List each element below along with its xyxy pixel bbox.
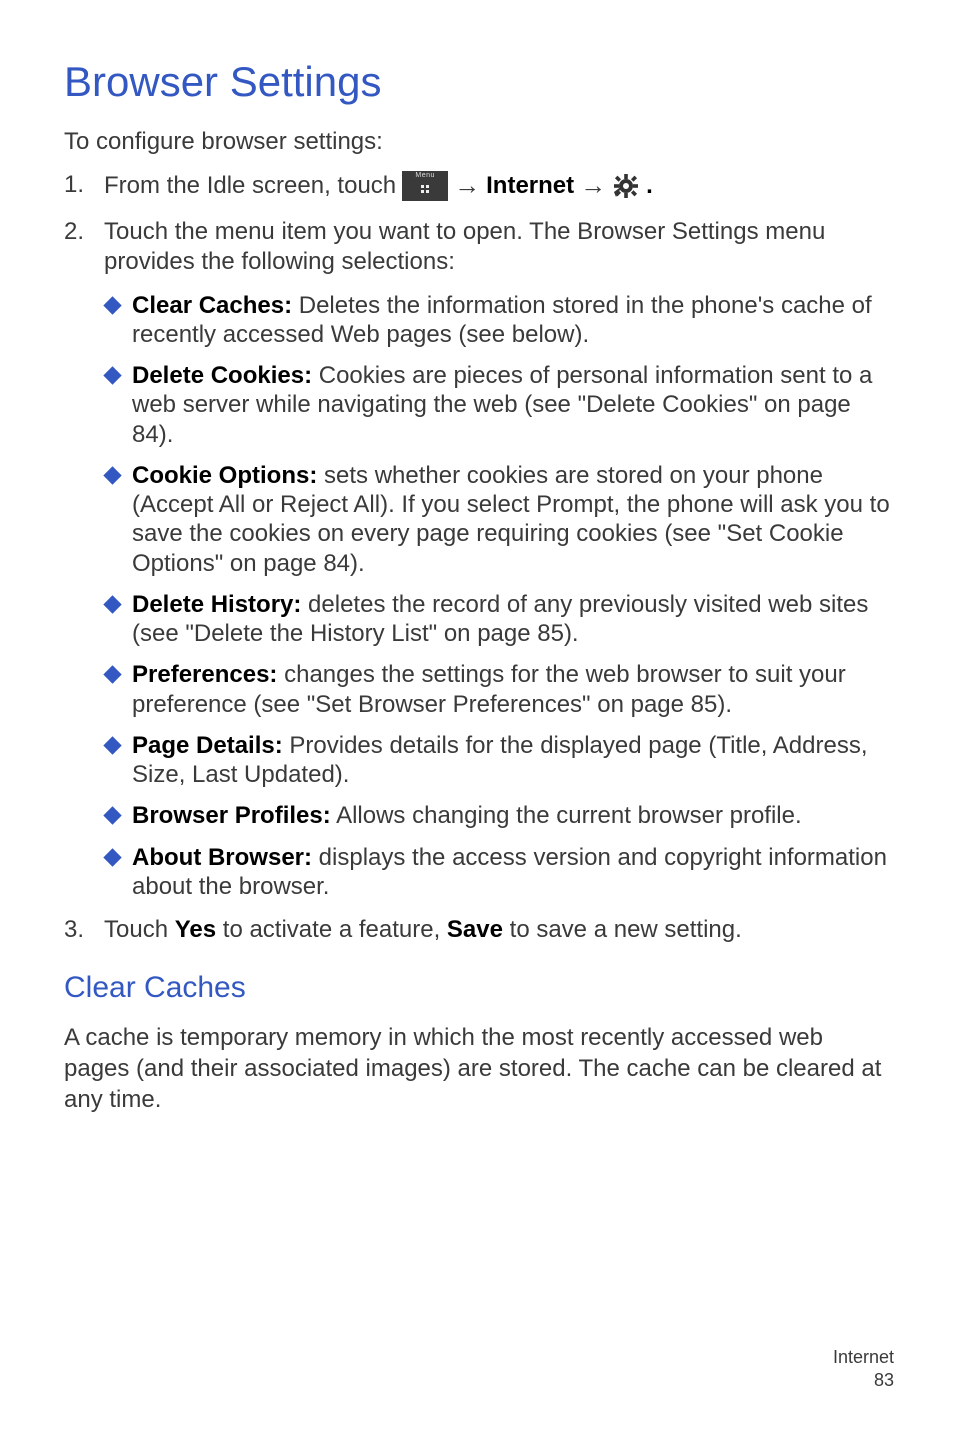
arrow-icon-2: → [580, 170, 606, 203]
step-3-save: Save [447, 916, 503, 943]
page-title: Browser Settings [64, 58, 894, 106]
arrow-icon: → [454, 170, 480, 203]
step-2: Touch the menu item you want to open. Th… [64, 217, 894, 902]
item-title: Browser Profiles: [132, 802, 331, 829]
item-preferences: Preferences: changes the settings for th… [104, 660, 894, 719]
step-1: From the Idle screen, touch Menu → Inter… [64, 170, 894, 203]
step-3-yes: Yes [175, 916, 216, 943]
item-about-browser: About Browser: displays the access versi… [104, 843, 894, 902]
item-body: Allows changing the current browser prof… [331, 802, 802, 829]
intro-text: To configure browser settings: [64, 128, 894, 156]
item-title: Cookie Options: [132, 462, 317, 489]
settings-list: Clear Caches: Deletes the information st… [104, 291, 894, 902]
menu-icon-label: Menu [402, 172, 448, 181]
item-title: Page Details: [132, 732, 283, 759]
step-3-pre: Touch [104, 916, 175, 943]
step-3: Touch Yes to activate a feature, Save to… [64, 915, 894, 945]
internet-label: Internet [486, 171, 574, 201]
item-title: Clear Caches: [132, 292, 292, 319]
step-3-mid: to activate a feature, [216, 916, 447, 943]
menu-icon-dots [421, 185, 429, 193]
gear-icon [612, 172, 640, 200]
section-paragraph: A cache is temporary memory in which the… [64, 1023, 894, 1115]
item-title: Delete Cookies: [132, 362, 312, 389]
item-clear-caches: Clear Caches: Deletes the information st… [104, 291, 894, 350]
section-heading: Clear Caches [64, 971, 894, 1005]
step-2-text: Touch the menu item you want to open. Th… [104, 218, 825, 275]
footer-label: Internet [833, 1346, 894, 1369]
steps-list: From the Idle screen, touch Menu → Inter… [64, 170, 894, 945]
page-footer: Internet 83 [833, 1346, 894, 1391]
step-1-period: . [646, 171, 653, 201]
footer-page-number: 83 [833, 1369, 894, 1392]
item-cookie-options: Cookie Options: sets whether cookies are… [104, 461, 894, 578]
item-delete-history: Delete History: deletes the record of an… [104, 590, 894, 649]
item-title: Preferences: [132, 661, 277, 688]
page-container: Browser Settings To configure browser se… [0, 0, 954, 1431]
step-3-post: to save a new setting. [503, 916, 742, 943]
item-title: Delete History: [132, 591, 301, 618]
step-1-prefix: From the Idle screen, touch [104, 171, 396, 201]
item-browser-profiles: Browser Profiles: Allows changing the cu… [104, 801, 894, 830]
menu-icon: Menu [402, 171, 448, 201]
item-title: About Browser: [132, 844, 312, 871]
item-page-details: Page Details: Provides details for the d… [104, 731, 894, 790]
step-1-line: From the Idle screen, touch Menu → Inter… [104, 170, 894, 203]
item-delete-cookies: Delete Cookies: Cookies are pieces of pe… [104, 361, 894, 449]
